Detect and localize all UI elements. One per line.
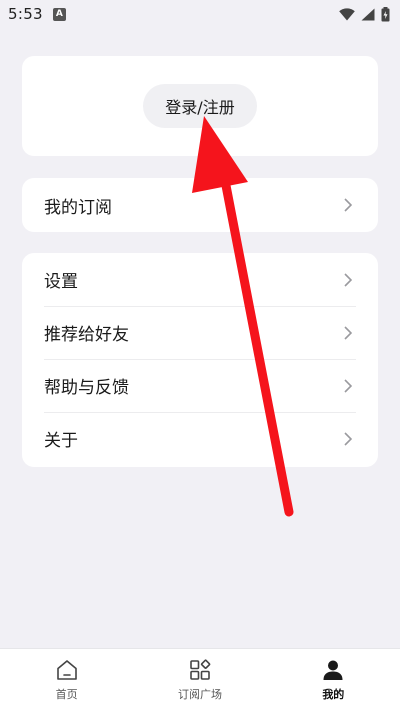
chevron-right-icon bbox=[344, 431, 354, 446]
recommend-label: 推荐给好友 bbox=[44, 325, 129, 345]
nav-home-label: 首页 bbox=[55, 688, 78, 701]
about-row[interactable]: 关于 bbox=[22, 412, 378, 465]
settings-row[interactable]: 设置 bbox=[22, 253, 378, 306]
home-icon bbox=[56, 660, 77, 680]
grid-icon bbox=[190, 659, 211, 680]
wifi-icon bbox=[339, 7, 355, 20]
status-bar: 5:53 A bbox=[0, 0, 400, 28]
status-icons bbox=[339, 6, 390, 22]
chevron-right-icon bbox=[344, 198, 354, 212]
status-time: 5:53 bbox=[8, 5, 43, 23]
login-card: 登录/注册 bbox=[22, 56, 378, 156]
subscription-card: 我的订阅 bbox=[22, 178, 378, 232]
notification-a-icon: A bbox=[52, 7, 66, 21]
settings-card: 设置 推荐给好友 帮助与反馈 关于 bbox=[22, 253, 378, 467]
my-subscription-label: 我的订阅 bbox=[44, 197, 112, 218]
bottom-nav: 首页 订阅广场 我的 bbox=[0, 648, 400, 711]
login-register-button[interactable]: 登录/注册 bbox=[143, 84, 257, 128]
nav-subscription-plaza[interactable]: 订阅广场 bbox=[133, 649, 266, 711]
nav-mine[interactable]: 我的 bbox=[267, 649, 400, 711]
help-feedback-label: 帮助与反馈 bbox=[44, 378, 129, 398]
my-subscription-row[interactable]: 我的订阅 bbox=[22, 178, 378, 232]
nav-mine-label: 我的 bbox=[322, 688, 345, 701]
signal-icon bbox=[361, 8, 375, 20]
chevron-right-icon bbox=[344, 378, 354, 393]
battery-icon bbox=[381, 6, 390, 21]
about-label: 关于 bbox=[44, 431, 78, 451]
profile-icon bbox=[323, 660, 343, 680]
chevron-right-icon bbox=[344, 325, 354, 340]
nav-home[interactable]: 首页 bbox=[0, 649, 133, 711]
nav-subscription-plaza-label: 订阅广场 bbox=[177, 688, 222, 701]
profile-screen: 5:53 A 登录/注册 我的订阅 设置 推荐给好友 帮助与反馈 关于 首页 订… bbox=[0, 0, 400, 711]
help-feedback-row[interactable]: 帮助与反馈 bbox=[22, 359, 378, 412]
recommend-to-friends-row[interactable]: 推荐给好友 bbox=[22, 306, 378, 359]
chevron-right-icon bbox=[344, 272, 354, 287]
settings-label: 设置 bbox=[44, 272, 78, 292]
